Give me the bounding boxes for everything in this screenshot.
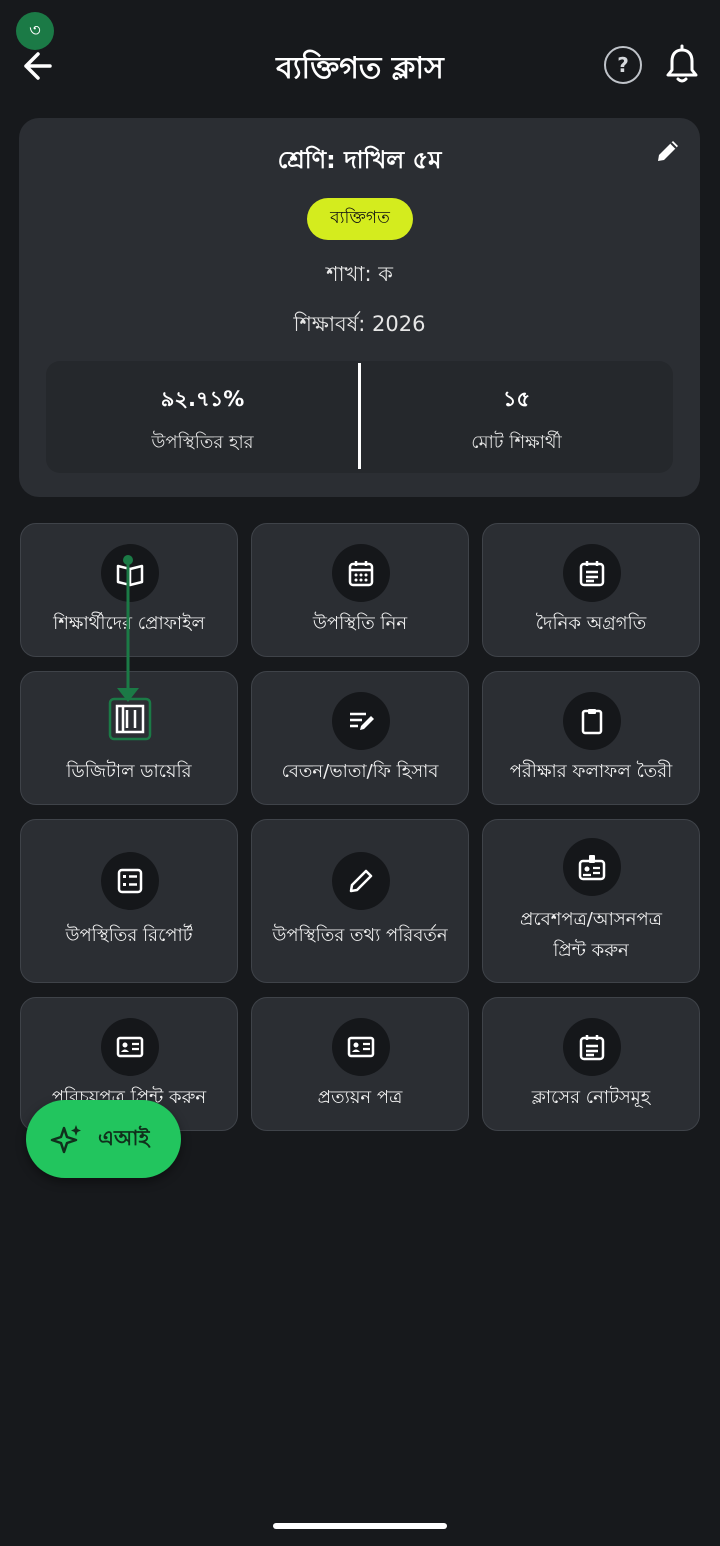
digital-diary-tile[interactable]: ডিজিটাল ডায়েরি bbox=[20, 671, 238, 805]
calendar-list-icon bbox=[563, 544, 621, 602]
calendar-icon bbox=[332, 544, 390, 602]
class-title: শ্রেণি: দাখিল ৫ম bbox=[277, 146, 442, 174]
certificate-tile[interactable]: প্রত্যয়ন পত্র bbox=[251, 997, 469, 1131]
tile-label: উপস্থিতির রিপোর্ট bbox=[65, 925, 193, 946]
tile-label-line1: প্রবেশপত্র/আসনপত্র bbox=[520, 909, 662, 930]
section-text: শাখা: ক bbox=[326, 262, 393, 286]
pencil-icon bbox=[658, 141, 678, 161]
list-report-icon bbox=[101, 852, 159, 910]
certificate-icon bbox=[332, 1018, 390, 1076]
student-profiles-tile[interactable]: শিক্ষার্থীদের প্রোফাইল bbox=[20, 523, 238, 657]
edit-attendance-tile[interactable]: উপস্থিতির তথ্য পরিবর্তন bbox=[251, 819, 469, 983]
tile-label: প্রত্যয়ন পত্র bbox=[317, 1087, 403, 1108]
class-type-badge: ব্যক্তিগত bbox=[307, 198, 413, 240]
tile-label: দৈনিক অগ্রগতি bbox=[535, 613, 647, 634]
attendance-rate-value: ৯২.৭১% bbox=[160, 387, 245, 411]
class-info-card: শ্রেণি: দাখিল ৫ম ব্যক্তিগত শাখা: ক শিক্ষ… bbox=[19, 118, 700, 497]
stats-panel: ৯২.৭১% উপস্থিতির হার ১৫ মোট শিক্ষার্থী bbox=[46, 361, 673, 473]
attendance-rate-stat: ৯২.৭১% উপস্থিতির হার bbox=[46, 361, 359, 473]
daily-progress-tile[interactable]: দৈনিক অগ্রগতি bbox=[482, 523, 700, 657]
total-students-value: ১৫ bbox=[502, 387, 531, 411]
tile-label: ক্লাসের নোটসমূহ bbox=[531, 1087, 651, 1108]
back-button[interactable] bbox=[18, 46, 62, 86]
notifications-button[interactable] bbox=[662, 44, 702, 86]
step-number-badge: ৩ bbox=[16, 12, 54, 50]
take-attendance-tile[interactable]: উপস্থিতি নিন bbox=[251, 523, 469, 657]
attendance-report-tile[interactable]: উপস্থিতির রিপোর্ট bbox=[20, 819, 238, 983]
tile-label-line2: প্রিন্ট করুন bbox=[553, 940, 629, 961]
bell-icon bbox=[666, 44, 698, 83]
tile-label: বেতন/ভাতা/ফি হিসাব bbox=[281, 761, 439, 782]
pencil-icon bbox=[332, 852, 390, 910]
page-title: ব্যক্তিগত ক্লাস bbox=[276, 51, 444, 86]
total-students-label: মোট শিক্ষার্থী bbox=[471, 432, 562, 453]
id-badge-icon bbox=[563, 838, 621, 896]
attendance-rate-label: উপস্থিতির হার bbox=[151, 432, 254, 453]
notes-icon bbox=[563, 1018, 621, 1076]
clipboard-icon bbox=[563, 692, 621, 750]
exam-results-tile[interactable]: পরীক্ষার ফলাফল তৈরী bbox=[482, 671, 700, 805]
diary-icon bbox=[101, 690, 159, 748]
sparkle-icon bbox=[50, 1125, 81, 1154]
question-icon: ? bbox=[617, 53, 629, 77]
help-button[interactable]: ? bbox=[604, 46, 642, 84]
class-notes-tile[interactable]: ক্লাসের নোটসমূহ bbox=[482, 997, 700, 1131]
academic-year-text: শিক্ষাবর্ষ: 2026 bbox=[293, 312, 426, 336]
top-app-bar: ৩ ব্যক্তিগত ক্লাস ? bbox=[0, 0, 720, 130]
ai-assistant-button[interactable]: এআই bbox=[26, 1100, 181, 1178]
tile-label: শিক্ষার্থীদের প্রোফাইল bbox=[53, 613, 205, 634]
tile-label: উপস্থিতির তথ্য পরিবর্তন bbox=[272, 925, 448, 946]
edit-note-icon bbox=[332, 692, 390, 750]
home-indicator[interactable] bbox=[273, 1523, 447, 1529]
id-card-icon bbox=[101, 1018, 159, 1076]
ai-button-label: এআই bbox=[98, 1125, 150, 1150]
arrow-left-icon bbox=[24, 52, 52, 80]
book-open-icon bbox=[101, 544, 159, 602]
tile-label: পরীক্ষার ফলাফল তৈরী bbox=[509, 761, 673, 782]
tile-label: ডিজিটাল ডায়েরি bbox=[66, 761, 192, 782]
tile-label: উপস্থিতি নিন bbox=[312, 613, 408, 634]
admit-card-print-tile[interactable]: প্রবেশপত্র/আসনপত্র প্রিন্ট করুন bbox=[482, 819, 700, 983]
edit-class-button[interactable] bbox=[653, 136, 683, 166]
total-students-stat: ১৫ মোট শিক্ষার্থী bbox=[360, 361, 673, 473]
salary-fee-accounts-tile[interactable]: বেতন/ভাতা/ফি হিসাব bbox=[251, 671, 469, 805]
